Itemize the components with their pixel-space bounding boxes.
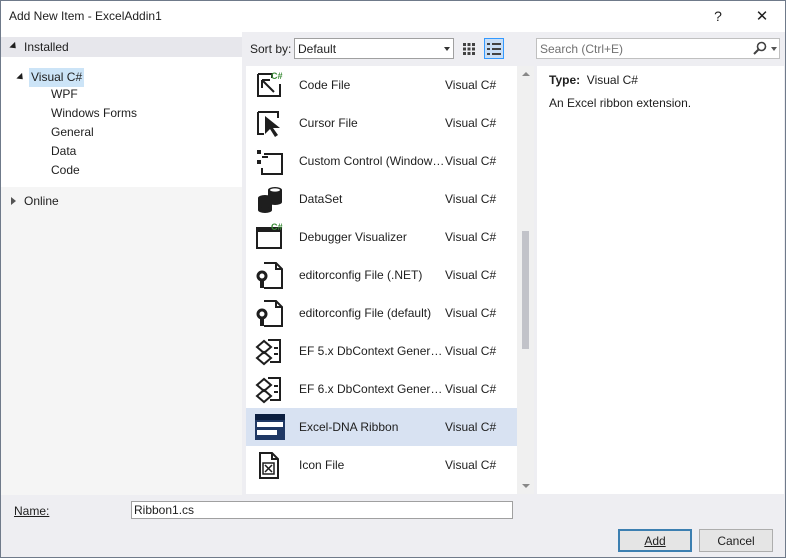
sort-by-value: Default bbox=[298, 42, 337, 56]
ribbon-icon bbox=[254, 412, 286, 442]
template-row[interactable]: EF 5.x DbContext Generator Visual C# bbox=[246, 332, 517, 370]
template-list-scrollbar[interactable] bbox=[517, 66, 534, 494]
category-tree-pane: Installed Visual C# WPF Windows Forms Ge… bbox=[1, 32, 242, 495]
tree-node-online[interactable]: Online bbox=[1, 192, 242, 211]
installed-tree: Installed Visual C# WPF Windows Forms Ge… bbox=[1, 32, 242, 187]
search-icon[interactable] bbox=[753, 41, 767, 55]
add-button[interactable]: Add bbox=[618, 529, 692, 552]
svg-text:C#: C# bbox=[271, 222, 283, 232]
scrollbar-thumb[interactable] bbox=[522, 231, 529, 349]
editorconfig-icon bbox=[254, 260, 286, 290]
tree-node-label: Installed bbox=[24, 40, 69, 54]
template-language: Visual C# bbox=[445, 230, 497, 244]
template-name: EF 5.x DbContext Generator bbox=[299, 344, 445, 358]
sort-toolbar: Sort by: Default bbox=[246, 36, 536, 62]
expanded-arrow-icon[interactable] bbox=[16, 72, 26, 83]
ef-generator-icon bbox=[254, 374, 286, 404]
cursor-file-icon bbox=[254, 108, 286, 138]
template-row[interactable]: EF 6.x DbContext Generator Visual C# bbox=[246, 370, 517, 408]
template-type: Type: Visual C# bbox=[549, 73, 638, 87]
template-language: Visual C# bbox=[445, 78, 497, 92]
template-language: Visual C# bbox=[445, 268, 497, 282]
template-name: Code File bbox=[299, 78, 351, 92]
grid-view-icon bbox=[463, 42, 475, 55]
cancel-button[interactable]: Cancel bbox=[699, 529, 773, 552]
template-row[interactable]: Excel-DNA Ribbon Visual C# bbox=[246, 408, 517, 446]
template-name: Debugger Visualizer bbox=[299, 230, 407, 244]
template-row[interactable]: editorconfig File (.NET) Visual C# bbox=[246, 256, 517, 294]
search-options-arrow-icon[interactable] bbox=[771, 47, 777, 51]
search-input[interactable] bbox=[540, 39, 750, 58]
name-label: Name: bbox=[14, 504, 49, 518]
tree-node-wpf[interactable]: WPF bbox=[51, 85, 78, 104]
custom-control-icon bbox=[254, 146, 286, 176]
debugger-visualizer-icon: C# bbox=[254, 222, 286, 252]
template-description: An Excel ribbon extension. bbox=[549, 96, 692, 110]
template-list: C# Code File Visual C# Cursor File Visual C#… bbox=[246, 66, 517, 494]
scroll-up-arrow-icon[interactable] bbox=[522, 72, 530, 76]
search-box[interactable] bbox=[536, 38, 780, 59]
title-bar: Add New Item - ExcelAddin1 ? ✕ bbox=[1, 1, 785, 32]
template-language: Visual C# bbox=[445, 306, 497, 320]
template-name: Custom Control (Windows Forms) bbox=[299, 154, 445, 168]
template-name: editorconfig File (default) bbox=[299, 306, 432, 320]
tree-node-code[interactable]: Code bbox=[51, 161, 80, 180]
tree-node-installed[interactable]: Installed bbox=[1, 37, 242, 57]
template-row[interactable]: Cursor File Visual C# bbox=[246, 104, 517, 142]
sort-by-label: Sort by: bbox=[250, 42, 292, 56]
chevron-down-icon bbox=[444, 47, 450, 51]
template-row[interactable]: Custom Control (Windows Forms)Visual C# bbox=[246, 142, 517, 180]
list-view-icon bbox=[487, 42, 501, 55]
type-value: Visual C# bbox=[586, 73, 638, 87]
template-name: EF 6.x DbContext Generator bbox=[299, 382, 445, 396]
template-language: Visual C# bbox=[445, 192, 497, 206]
template-name: DataSet bbox=[299, 192, 343, 206]
tree-node-data[interactable]: Data bbox=[51, 142, 76, 161]
small-icons-view-button[interactable] bbox=[459, 38, 479, 59]
details-pane: Type: Visual C# An Excel ribbon extensio… bbox=[537, 66, 784, 494]
template-language: Visual C# bbox=[445, 116, 497, 130]
template-row[interactable]: Icon File Visual C# bbox=[246, 446, 517, 484]
template-language: Visual C# bbox=[445, 154, 497, 168]
template-row[interactable]: C# Code File Visual C# bbox=[246, 66, 517, 104]
template-language: Visual C# bbox=[445, 382, 497, 396]
svg-text:C#: C# bbox=[271, 71, 283, 81]
add-button-label: Add bbox=[644, 533, 666, 548]
medium-icons-view-button[interactable] bbox=[484, 38, 504, 59]
template-name: Excel-DNA Ribbon bbox=[299, 420, 399, 434]
template-name: editorconfig File (.NET) bbox=[299, 268, 423, 282]
tree-node-windows-forms[interactable]: Windows Forms bbox=[51, 104, 137, 123]
template-language: Visual C# bbox=[445, 344, 497, 358]
dataset-icon bbox=[254, 184, 286, 214]
name-label-text: Name: bbox=[14, 504, 50, 518]
editorconfig-icon bbox=[254, 298, 286, 328]
name-input[interactable] bbox=[131, 501, 513, 519]
template-language: Visual C# bbox=[445, 458, 497, 472]
ef-generator-icon bbox=[254, 336, 286, 366]
sort-by-dropdown[interactable]: Default bbox=[294, 38, 454, 59]
template-row[interactable]: editorconfig File (default) Visual C# bbox=[246, 294, 517, 332]
template-row[interactable]: DataSet Visual C# bbox=[246, 180, 517, 218]
collapsed-arrow-icon[interactable] bbox=[11, 197, 16, 205]
window-title: Add New Item - ExcelAddin1 bbox=[9, 9, 162, 23]
help-button[interactable]: ? bbox=[703, 4, 733, 28]
template-language: Visual C# bbox=[445, 420, 497, 434]
expanded-arrow-icon[interactable] bbox=[9, 41, 19, 52]
template-row[interactable]: C# Debugger Visualizer Visual C# bbox=[246, 218, 517, 256]
template-name: Cursor File bbox=[299, 116, 358, 130]
code-file-icon: C# bbox=[254, 70, 286, 100]
close-button[interactable]: ✕ bbox=[747, 4, 777, 28]
scroll-down-arrow-icon[interactable] bbox=[522, 484, 530, 488]
tree-node-general[interactable]: General bbox=[51, 123, 94, 142]
template-name: Icon File bbox=[299, 458, 345, 472]
icon-file-icon bbox=[254, 450, 286, 480]
type-label: Type: bbox=[549, 73, 581, 87]
add-new-item-dialog: Add New Item - ExcelAddin1 ? ✕ Installed… bbox=[0, 0, 786, 558]
tree-node-label: Online bbox=[24, 194, 59, 208]
